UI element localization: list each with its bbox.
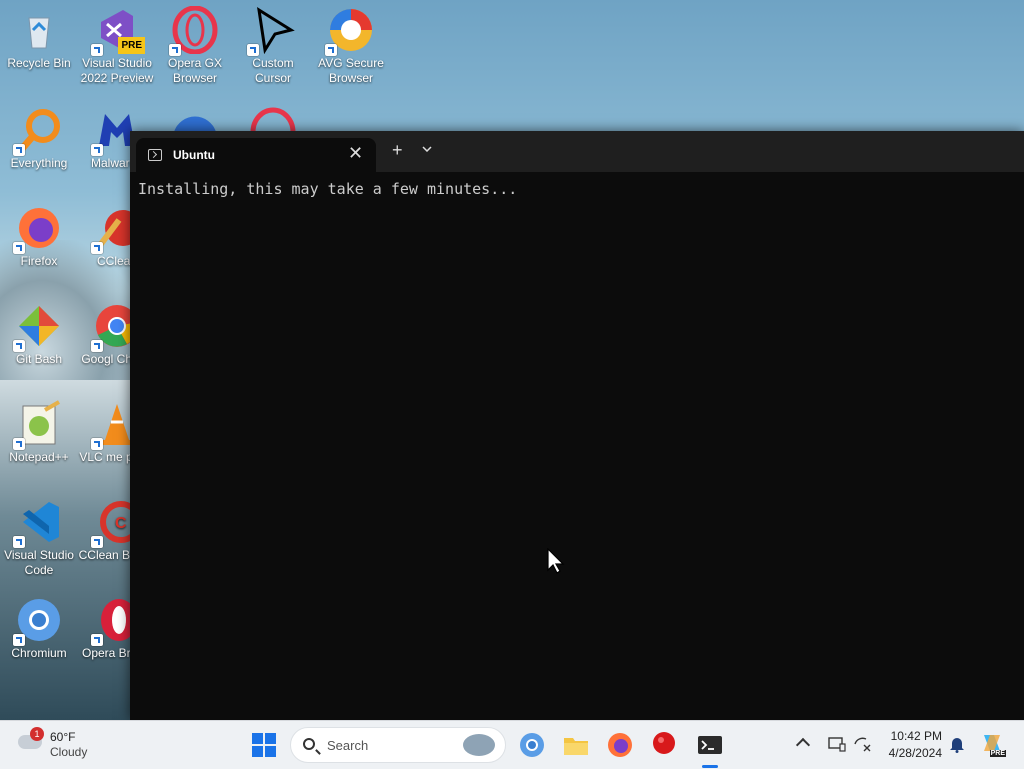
clock-date[interactable]: 4/28/2024 <box>880 746 942 760</box>
desktop-icon-git-bash[interactable]: Git Bash <box>0 296 78 367</box>
firefox-icon <box>13 204 63 254</box>
taskbar-app-chromium[interactable] <box>516 729 548 761</box>
svg-text:C: C <box>115 515 127 532</box>
visual-studio-icon: PRE <box>91 6 145 56</box>
terminal-prompt-icon <box>148 149 162 161</box>
taskbar: 1 60°F Cloudy Search 10:42 PM 4/28/2024 <box>0 720 1024 769</box>
terminal-icon <box>698 736 722 754</box>
opera-gx-icon <box>169 5 219 56</box>
bell-icon[interactable] <box>948 735 966 753</box>
recycle-bin-icon <box>15 6 63 54</box>
shortcut-arrow-icon <box>91 44 103 56</box>
desktop-icon-visual-studio-2022-preview[interactable]: PRE Visual Studio 2022 Preview <box>78 0 156 86</box>
clock-time[interactable]: 10:42 PM <box>886 729 942 743</box>
mouse-pointer-icon <box>547 548 565 574</box>
shortcut-arrow-icon <box>91 634 103 646</box>
shortcut-arrow-icon <box>325 44 337 56</box>
close-tab-icon[interactable]: ✕ <box>348 144 363 162</box>
desktop-icon-visual-studio-code[interactable]: Visual Studio Code <box>0 492 78 578</box>
shortcut-arrow-icon <box>13 340 25 352</box>
opera-icon <box>250 107 296 133</box>
new-tab-icon[interactable]: + <box>392 141 403 159</box>
chrome-icon <box>174 116 216 132</box>
taskbar-app-record[interactable] <box>648 729 680 761</box>
shortcut-arrow-icon <box>91 144 103 156</box>
desktop-icon-everything[interactable]: Everything <box>0 100 78 171</box>
preview-badge: PRE <box>118 37 145 54</box>
shortcut-arrow-icon <box>247 44 259 56</box>
network-disconnected-icon[interactable] <box>854 735 872 753</box>
desktop-icon-opera-gx[interactable]: Opera GX Browser <box>156 0 234 86</box>
copilot-icon[interactable]: PRE <box>980 731 1006 757</box>
avg-browser-icon <box>325 6 375 56</box>
desktop-icon-firefox[interactable]: Firefox <box>0 198 78 269</box>
tab-title: Ubuntu <box>173 148 215 162</box>
terminal-titlebar[interactable]: Ubuntu ✕ + <box>130 131 1024 172</box>
desktop-icon-recycle-bin[interactable]: Recycle Bin <box>0 0 78 71</box>
start-button[interactable] <box>252 733 276 757</box>
magnifier-icon <box>13 106 63 156</box>
desktop-icon-chromium[interactable]: Chromium <box>0 590 78 661</box>
chevron-up-icon[interactable] <box>795 737 811 753</box>
shortcut-arrow-icon <box>91 536 103 548</box>
shortcut-arrow-icon <box>91 438 103 450</box>
shortcut-arrow-icon <box>13 438 25 450</box>
desktop-icon-custom-cursor[interactable]: Custom Cursor <box>234 0 312 86</box>
search-highlight-icon <box>463 734 495 756</box>
shortcut-arrow-icon <box>169 44 181 56</box>
shortcut-arrow-icon <box>13 634 25 646</box>
shortcut-arrow-icon <box>91 242 103 254</box>
search-icon <box>303 738 315 750</box>
notification-badge: 1 <box>30 727 44 741</box>
weather-description: Cloudy <box>50 745 88 759</box>
git-bash-icon <box>13 302 63 352</box>
search-placeholder: Search <box>327 738 369 753</box>
taskbar-app-firefox[interactable] <box>604 729 636 761</box>
tab-ubuntu[interactable]: Ubuntu ✕ <box>136 138 376 172</box>
firefox-icon <box>608 733 632 757</box>
chromium-icon <box>520 733 544 757</box>
weather-widget[interactable]: 1 60°F Cloudy <box>16 727 116 763</box>
shortcut-arrow-icon <box>13 144 25 156</box>
desktop-icon-hidden-opera[interactable] <box>250 104 296 134</box>
terminal-window[interactable]: Ubuntu ✕ + Installing, this may take a f… <box>130 131 1024 720</box>
copilot-preview-badge: PRE <box>989 750 1006 757</box>
taskbar-app-file-explorer[interactable] <box>560 729 592 761</box>
terminal-output[interactable]: Installing, this may take a few minutes.… <box>138 180 517 198</box>
vscode-icon <box>13 498 63 548</box>
desktop-icon-hidden-chrome[interactable] <box>172 104 218 134</box>
shortcut-arrow-icon <box>13 536 25 548</box>
notepad-plus-plus-icon <box>13 400 63 450</box>
weather-temperature: 60°F <box>50 730 76 744</box>
desktop-icon-notepad-plus-plus[interactable]: Notepad++ <box>0 394 78 465</box>
windows-logo-icon <box>252 733 263 744</box>
display-icon[interactable] <box>828 735 846 753</box>
desktop-icon-avg-secure-browser[interactable]: AVG Secure Browser <box>312 0 390 86</box>
folder-icon <box>564 738 588 755</box>
shortcut-arrow-icon <box>91 340 103 352</box>
record-icon <box>653 732 675 754</box>
taskbar-app-terminal[interactable] <box>694 729 726 761</box>
cursor-arrow-icon <box>247 6 297 56</box>
chevron-down-icon[interactable] <box>422 143 432 155</box>
taskbar-search-box[interactable]: Search <box>290 727 506 763</box>
shortcut-arrow-icon <box>13 242 25 254</box>
chromium-icon <box>13 596 63 646</box>
